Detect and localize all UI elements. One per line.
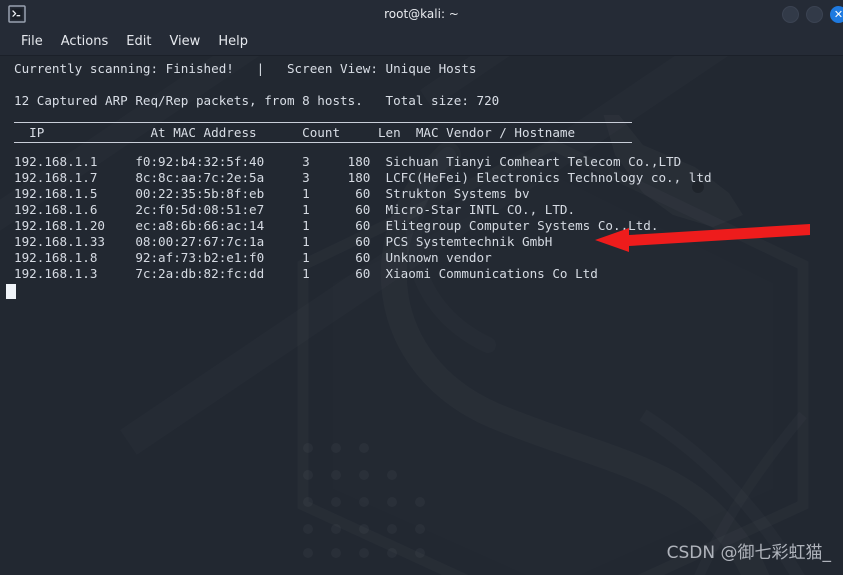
window-titlebar[interactable]: root@kali: ~ ✕: [0, 0, 843, 28]
table-header-row: IP At MAC Address Count Len MAC Vendor /…: [14, 125, 576, 140]
table-row[interactable]: 192.168.1.3 7c:2a:db:82:fc:dd 1 60 Xiaom…: [14, 266, 598, 282]
window-title: root@kali: ~: [384, 7, 459, 21]
table-top-rule: [14, 122, 632, 123]
maximize-button[interactable]: [806, 5, 823, 23]
menu-item-file[interactable]: File: [12, 32, 52, 51]
terminal-window: root@kali: ~ ✕ File Actions Edit View He…: [0, 0, 843, 575]
table-row[interactable]: 192.168.1.7 8c:8c:aa:7c:2e:5a 3 180 LCFC…: [14, 170, 712, 186]
table-row[interactable]: 192.168.1.20 ec:a8:6b:66:ac:14 1 60 Elit…: [14, 218, 658, 234]
scan-status-line: Currently scanning: Finished! | Screen V…: [14, 61, 477, 76]
table-row[interactable]: 192.168.1.6 2c:f0:5d:08:51:e7 1 60 Micro…: [14, 202, 575, 218]
table-row[interactable]: 192.168.1.8 92:af:73:b2:e1:f0 1 60 Unkno…: [14, 250, 492, 266]
close-button[interactable]: ✕: [830, 5, 843, 23]
window-controls: ✕: [782, 0, 843, 28]
menu-item-help[interactable]: Help: [209, 32, 257, 51]
table-row[interactable]: 192.168.1.5 00:22:35:5b:8f:eb 1 60 Struk…: [14, 186, 530, 202]
capture-summary-line: 12 Captured ARP Req/Rep packets, from 8 …: [14, 93, 500, 108]
menu-item-view[interactable]: View: [160, 32, 209, 51]
table-row[interactable]: 192.168.1.33 08:00:27:67:7c:1a 1 60 PCS …: [14, 234, 552, 250]
csdn-watermark: CSDN @御七彩虹猫_: [666, 543, 831, 563]
table-header-rule: [14, 142, 632, 143]
table-row[interactable]: 192.168.1.1 f0:92:b4:32:5f:40 3 180 Sich…: [14, 154, 681, 170]
menu-item-actions[interactable]: Actions: [52, 32, 118, 51]
menubar: File Actions Edit View Help: [0, 28, 843, 56]
terminal-cursor: [6, 284, 16, 299]
menu-item-edit[interactable]: Edit: [117, 32, 160, 51]
minimize-button[interactable]: [782, 5, 799, 23]
terminal-output[interactable]: Currently scanning: Finished! | Screen V…: [0, 57, 843, 575]
